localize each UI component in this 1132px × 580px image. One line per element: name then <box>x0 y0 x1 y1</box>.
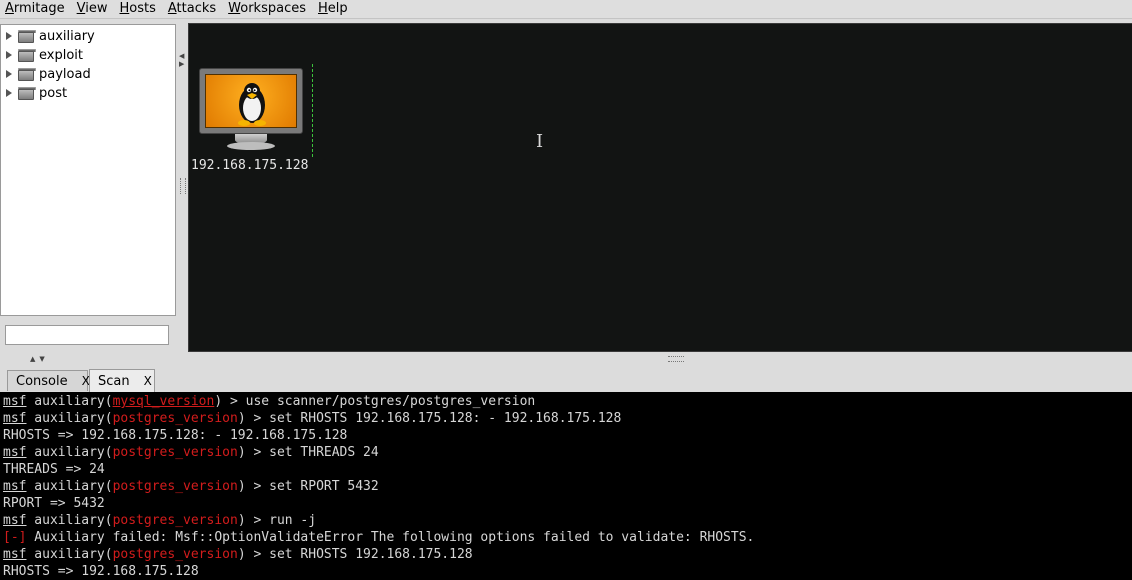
monitor-icon <box>199 68 303 134</box>
host-node[interactable] <box>199 68 303 156</box>
menu-attacks[interactable]: Attacks <box>162 0 222 18</box>
console-line: RHOSTS => 192.168.175.128: - 192.168.175… <box>3 428 348 443</box>
console-line: [-] Auxiliary failed: Msf::OptionValidat… <box>3 530 755 545</box>
tree-item-payload[interactable]: payload <box>1 65 91 83</box>
targets-graph[interactable]: 192.168.175.128 I <box>188 23 1132 352</box>
tree-item-label: post <box>39 85 68 101</box>
console-line: msf auxiliary(postgres_version) > set TH… <box>3 445 379 460</box>
expand-arrow-icon[interactable] <box>6 70 12 78</box>
folder-icon <box>18 67 36 81</box>
console-line: msf auxiliary(postgres_version) > set RP… <box>3 479 379 494</box>
folder-icon <box>18 48 36 62</box>
tree-item-label: payload <box>39 66 91 82</box>
tab-scan[interactable]: Scan X <box>89 369 155 392</box>
close-icon[interactable]: X <box>144 374 152 388</box>
menu-help[interactable]: Help <box>312 0 354 18</box>
menu-hosts[interactable]: Hosts <box>113 0 161 18</box>
folder-icon <box>18 29 36 43</box>
tree-item-post[interactable]: post <box>1 84 67 102</box>
tree-item-exploit[interactable]: exploit <box>1 46 83 64</box>
split-arrows-icon[interactable]: ▲▼ <box>30 355 49 363</box>
console-line: msf auxiliary(postgres_version) > set RH… <box>3 411 622 426</box>
console-line: RHOSTS => 192.168.175.128 <box>3 564 199 579</box>
host-ip-label: 192.168.175.128 <box>191 158 309 173</box>
console-line: msf auxiliary(postgres_version) > run -j <box>3 513 317 528</box>
console-output[interactable]: msf auxiliary(mysql_version) > use scann… <box>0 392 1132 580</box>
console-line: msf auxiliary(postgres_version) > set RH… <box>3 547 473 562</box>
expand-arrow-icon[interactable] <box>6 89 12 97</box>
tab-console[interactable]: Console X <box>7 370 90 391</box>
collapse-left-icon[interactable]: ◀ ▶ <box>179 52 184 68</box>
console-line: msf auxiliary(mysql_version) > use scann… <box>3 394 536 409</box>
expand-arrow-icon[interactable] <box>6 32 12 40</box>
menu-armitage[interactable]: Armitage <box>0 0 71 18</box>
tree-item-label: auxiliary <box>39 28 95 44</box>
vertical-splitter-handle[interactable] <box>180 178 186 194</box>
folder-icon <box>18 86 36 100</box>
menu-view[interactable]: View <box>71 0 114 18</box>
horizontal-splitter-handle[interactable] <box>668 356 684 362</box>
console-line: THREADS => 24 <box>3 462 105 477</box>
menu-bar: Armitage View Hosts Attacks Workspaces H… <box>0 0 1132 19</box>
module-tree: auxiliary exploit payload post <box>0 24 176 316</box>
tree-item-auxiliary[interactable]: auxiliary <box>1 27 95 45</box>
selection-marker <box>312 64 313 157</box>
module-search-input[interactable] <box>5 325 169 345</box>
text-cursor-icon: I <box>536 131 544 152</box>
tab-bar: Console X Scan X <box>0 367 1132 393</box>
tree-item-label: exploit <box>39 47 83 63</box>
console-line: RPORT => 5432 <box>3 496 105 511</box>
expand-arrow-icon[interactable] <box>6 51 12 59</box>
linux-penguin-icon <box>238 83 266 126</box>
menu-workspaces[interactable]: Workspaces <box>222 0 312 18</box>
